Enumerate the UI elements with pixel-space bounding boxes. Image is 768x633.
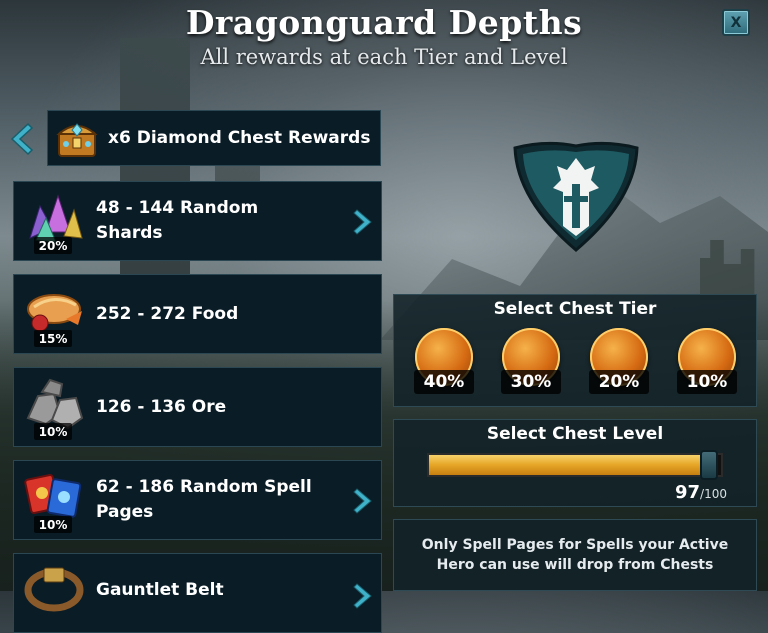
level-max: /100 [700,487,727,501]
tier-chance: 40% [414,370,474,394]
dragonguard-shield-icon [513,141,639,252]
chevron-right-icon[interactable] [352,487,374,515]
reward-row[interactable]: 20% 48 - 144 Random Shards [13,181,382,261]
chevron-right-icon[interactable] [352,208,374,236]
page-title: Dragonguard Depths [185,3,583,42]
reward-row[interactable]: Gauntlet Belt [13,553,382,633]
chest-level-title: Select Chest Level [486,424,664,444]
reward-row: 10% 126 - 136 Ore [13,367,382,447]
chevron-right-icon[interactable] [352,582,374,610]
belt-icon [24,567,84,612]
reward-chance: 10% [34,516,72,533]
reward-label: 252 - 272 Food [96,303,239,324]
level-current: 97 [674,482,701,503]
tier-chance: 10% [677,370,737,394]
reward-label: 126 - 136 Ore [96,396,227,417]
reward-chance: 20% [34,237,72,254]
chest-tier-title: Select Chest Tier [493,299,657,319]
tier-option-sapphire[interactable]: 30% [501,328,561,394]
back-arrow-icon[interactable] [6,122,36,156]
reward-row: 15% 252 - 272 Food [13,274,382,354]
tier-chance: 30% [501,370,561,394]
chest-header-label: x6 Diamond Chest Rewards [108,128,371,148]
tier-chance: 20% [589,370,649,394]
chest-level-value: 97/100 [675,482,727,503]
close-button[interactable]: X [722,9,750,36]
reward-label: 48 - 144 Random Shards [96,198,259,243]
chest-level-fill [429,455,713,475]
diamond-chest-icon [56,123,98,157]
tier-option-ruby[interactable]: 20% [589,328,649,394]
chest-level-slider[interactable] [427,453,723,477]
slider-thumb[interactable] [700,450,718,480]
reward-label: Gauntlet Belt [96,580,224,600]
tier-option-diamond[interactable]: 10% [677,328,737,394]
drop-note: Only Spell Pages for Spells your Active … [393,519,757,591]
page-subtitle: All rewards at each Tier and Level [200,45,568,69]
chest-header: x6 Diamond Chest Rewards [47,110,381,166]
reward-chance: 10% [34,423,72,440]
tier-option-wooden[interactable]: 40% [414,328,474,394]
chest-level-panel: Select Chest Level 97/100 [393,419,757,507]
chest-tier-panel: Select Chest Tier 40% 30% 20% 10% [393,294,757,407]
reward-row[interactable]: 10% 62 - 186 Random Spell Pages [13,460,382,540]
reward-chance: 15% [34,330,72,347]
reward-label: 62 - 186 Random Spell Pages [96,477,312,522]
